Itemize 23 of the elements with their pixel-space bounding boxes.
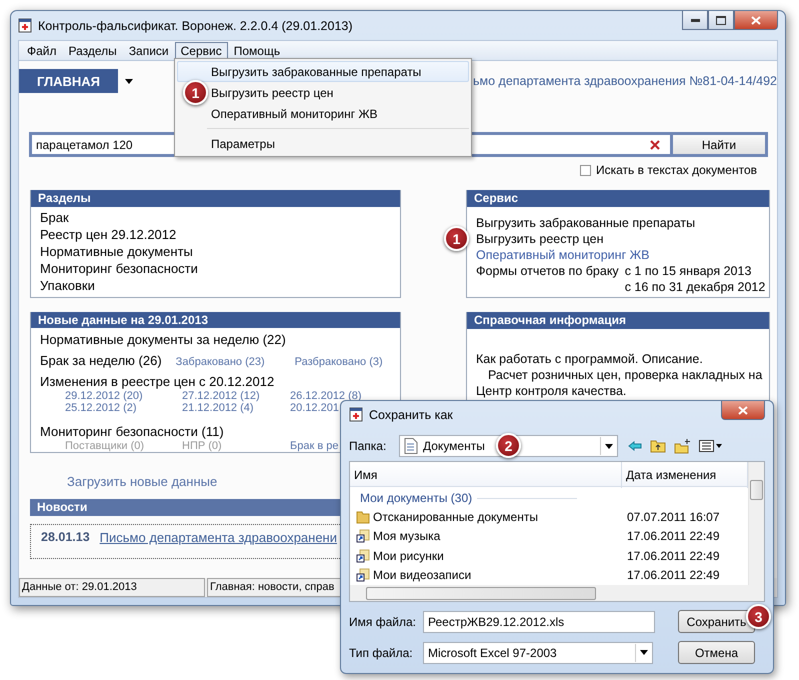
dialog-title: Сохранить как [369,408,454,422]
filename-label: Имя файла: [349,614,417,628]
file-date: 17.06.2011 22:49 [626,548,721,563]
file-name: Мои рисунки [350,548,622,563]
step-badge: 2 [496,433,521,458]
step-badge: 1 [444,226,469,251]
filetype-value: Microsoft Excel 97-2003 [428,646,557,660]
panel-header: Разделы [31,190,400,207]
folder-name: Документы [423,439,485,453]
panel-header: Справочная информация [467,312,769,329]
filetype-label: Тип файла: [349,646,414,660]
panel-header: Сервис [467,190,769,207]
window-title: Контроль-фальсификат. Воронеж. 2.2.0.4 (29.01.2013) [38,18,354,32]
step-badge: 1 [183,80,208,105]
forms-label: Формы отчетов по браку [476,263,619,279]
checkbox-label: Искать в текстах документов [596,163,757,177]
news-date: 28.01.13 [41,530,90,544]
file-date: 17.06.2011 22:49 [626,529,721,544]
panel-header: Новые данные на 29.01.2013 [31,312,400,328]
file-name: Моя музыка [350,529,622,544]
folder-label: Папка: [349,439,388,453]
step-badge: 3 [746,604,771,629]
status-text: Данные от: 29.01.2013 [19,578,205,597]
